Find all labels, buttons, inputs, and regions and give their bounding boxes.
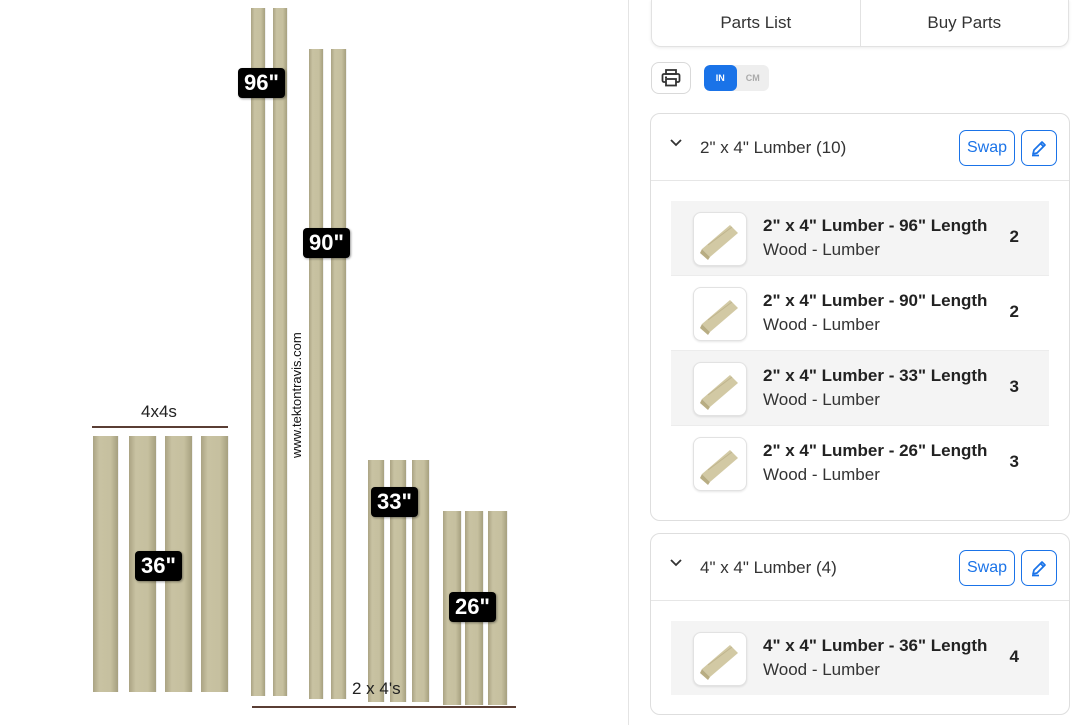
- item-quantity: 2: [1009, 302, 1019, 321]
- dim-label-36: 36": [135, 551, 182, 581]
- group-title: 2" x 4" Lumber (10): [700, 138, 847, 157]
- list-item[interactable]: 2" x 4" Lumber - 33" Length Wood - Lumbe…: [671, 351, 1049, 426]
- dim-label-96: 96": [238, 68, 285, 98]
- board-4x4-4: [201, 436, 228, 692]
- lumber-icon: [700, 450, 738, 485]
- item-name: 2" x 4" Lumber - 90" Length: [763, 291, 988, 310]
- dim-label-26: 26": [449, 592, 496, 622]
- edit-button[interactable]: [1021, 130, 1057, 166]
- lumber-thumbnail: [693, 212, 747, 266]
- lumber-icon: [700, 645, 738, 680]
- group-label-4x4: 4x4s: [141, 402, 177, 421]
- lumber-thumbnail: [693, 362, 747, 416]
- group-header: 2" x 4" Lumber (10) Swap: [651, 114, 1069, 181]
- item-quantity: 3: [1009, 377, 1019, 396]
- pencil-icon: [1032, 561, 1046, 577]
- unit-toggle[interactable]: IN CM: [704, 65, 769, 91]
- board-4x4-1: [93, 436, 118, 692]
- lumber-thumbnail: [693, 437, 747, 491]
- item-name: 2" x 4" Lumber - 96" Length: [763, 216, 988, 235]
- watermark-text: www.tektontravis.com: [289, 332, 304, 458]
- dim-label-90: 90": [303, 228, 350, 258]
- board-96-2: [273, 8, 287, 696]
- parts-list: 2" x 4" Lumber - 96" Length Wood - Lumbe…: [651, 181, 1069, 516]
- item-name: 2" x 4" Lumber - 26" Length: [763, 441, 988, 460]
- printer-icon: [661, 69, 681, 87]
- parts-group-2x4: 2" x 4" Lumber (10) Swap 2" x 4" Lumber …: [650, 113, 1070, 521]
- item-category: Wood - Lumber: [763, 315, 880, 334]
- dim-label-33: 33": [371, 487, 418, 517]
- lumber-thumbnail: [693, 287, 747, 341]
- list-item[interactable]: 2" x 4" Lumber - 26" Length Wood - Lumbe…: [671, 426, 1049, 500]
- board-90-1: [309, 49, 323, 699]
- board-96-1: [251, 8, 265, 696]
- unit-option-cm[interactable]: CM: [737, 65, 770, 91]
- chevron-down-icon[interactable]: [669, 556, 683, 570]
- tab-bar: Parts List Buy Parts: [651, 0, 1069, 47]
- item-quantity: 4: [1009, 647, 1019, 666]
- list-item[interactable]: 2" x 4" Lumber - 90" Length Wood - Lumbe…: [671, 276, 1049, 351]
- item-category: Wood - Lumber: [763, 660, 880, 679]
- swap-button[interactable]: Swap: [959, 130, 1015, 166]
- swap-button[interactable]: Swap: [959, 550, 1015, 586]
- list-item[interactable]: 4" x 4" Lumber - 36" Length Wood - Lumbe…: [671, 621, 1049, 695]
- group-header: 4" x 4" Lumber (4) Swap: [651, 534, 1069, 601]
- parts-list: 4" x 4" Lumber - 36" Length Wood - Lumbe…: [651, 601, 1069, 711]
- board-90-2: [331, 49, 346, 699]
- lumber-thumbnail: [693, 632, 747, 686]
- item-quantity: 3: [1009, 452, 1019, 471]
- item-name: 2" x 4" Lumber - 33" Length: [763, 366, 988, 385]
- parts-panel: Parts List Buy Parts IN CM 2" x 4" Lumbe…: [629, 0, 1081, 725]
- group-title: 4" x 4" Lumber (4): [700, 558, 837, 577]
- list-item[interactable]: 2" x 4" Lumber - 96" Length Wood - Lumbe…: [671, 201, 1049, 276]
- item-name: 4" x 4" Lumber - 36" Length: [763, 636, 988, 655]
- group-line-4x4: [92, 426, 228, 428]
- item-category: Wood - Lumber: [763, 465, 880, 484]
- lumber-icon: [700, 300, 738, 335]
- item-quantity: 2: [1009, 227, 1019, 246]
- item-category: Wood - Lumber: [763, 390, 880, 409]
- pencil-icon: [1032, 141, 1046, 157]
- lumber-icon: [700, 225, 738, 260]
- diagram-canvas: 4x4s 36" 96" www.tektontravis.com 90" 33…: [0, 0, 628, 725]
- unit-option-in[interactable]: IN: [704, 65, 737, 91]
- tab-parts-list[interactable]: Parts List: [652, 0, 860, 46]
- group-label-2x4: 2 x 4's: [352, 679, 401, 698]
- print-button[interactable]: [651, 62, 691, 94]
- item-category: Wood - Lumber: [763, 240, 880, 259]
- tab-buy-parts[interactable]: Buy Parts: [859, 0, 1069, 46]
- edit-button[interactable]: [1021, 550, 1057, 586]
- chevron-down-icon[interactable]: [669, 136, 683, 150]
- parts-group-4x4: 4" x 4" Lumber (4) Swap 4" x 4" Lumber -…: [650, 533, 1070, 715]
- lumber-icon: [700, 375, 738, 410]
- group-line-2x4: [252, 706, 516, 708]
